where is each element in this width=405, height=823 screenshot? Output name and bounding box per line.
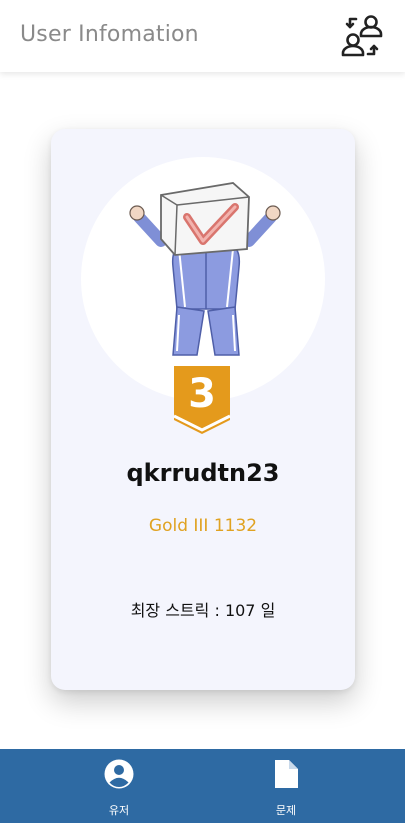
user-circle-icon [104,759,134,789]
username: qkrrudtn23 [126,459,280,487]
tier-level: 3 [188,371,216,417]
tier-rating: Gold III 1132 [148,516,258,536]
nav-label-user: 유저 [108,804,130,817]
max-streak: 최장 스트릭 : 107 일 [130,601,276,620]
nav-item-problem[interactable]: 문제 [246,749,326,823]
mascot-illustration [129,182,281,356]
nav-label-problem: 문제 [275,804,297,817]
document-icon [275,760,298,788]
nav-item-user[interactable]: 유저 [79,749,159,823]
user-profile-card: 3 qkrrudtn23 Gold III 1132 최장 스트릭 : 107 … [51,129,355,690]
page-title: User Infomation [20,22,199,47]
switch-user-icon[interactable] [338,13,386,59]
tier-badge-icon: 3 [173,366,231,434]
app-bar: User Infomation [0,0,405,72]
bottom-navigation: 유저 문제 [0,749,405,823]
